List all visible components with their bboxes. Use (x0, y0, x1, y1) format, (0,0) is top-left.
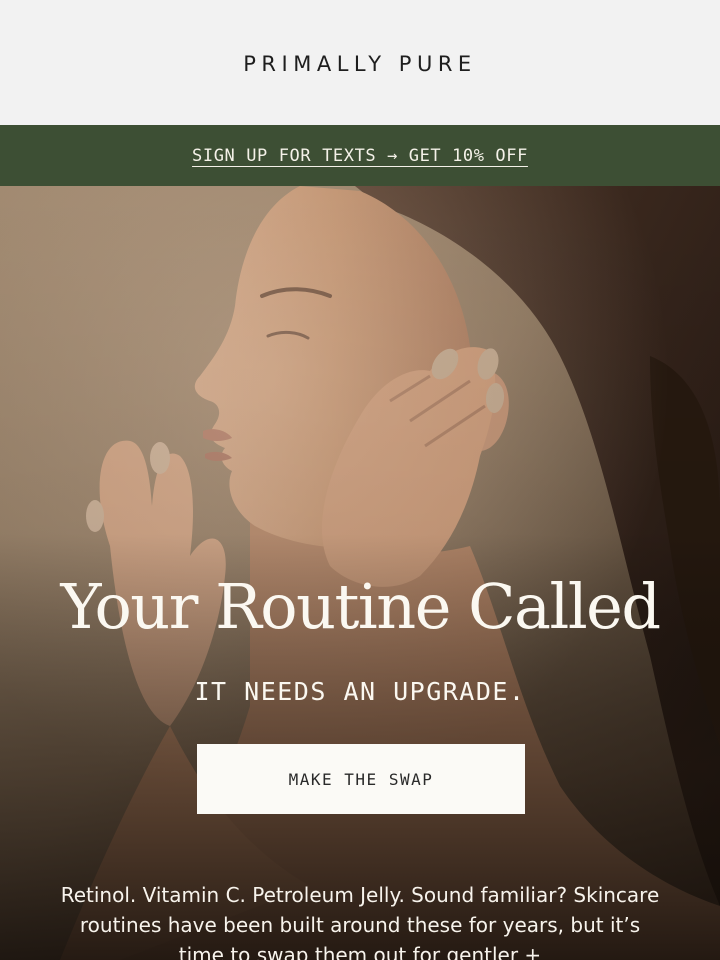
sms-promo-bar: SIGN UP FOR TEXTS → GET 10% OFF (0, 125, 720, 186)
make-the-swap-button[interactable]: MAKE THE SWAP (197, 744, 525, 814)
hero-section: Your Routine Called IT NEEDS AN UPGRADE.… (0, 186, 720, 960)
hero-title: Your Routine Called (60, 570, 661, 643)
brand-logo[interactable]: PRIMALLY PURE (243, 52, 476, 76)
email-header: PRIMALLY PURE (0, 0, 720, 125)
intro-body-copy: Retinol. Vitamin C. Petroleum Jelly. Sou… (60, 883, 660, 960)
hero-subtitle: IT NEEDS AN UPGRADE. (194, 677, 526, 706)
sms-signup-link[interactable]: SIGN UP FOR TEXTS → GET 10% OFF (192, 146, 528, 166)
